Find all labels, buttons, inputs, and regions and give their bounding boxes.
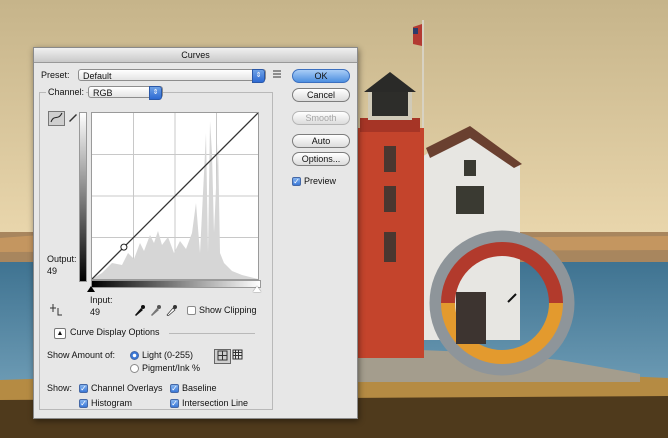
black-point-slider[interactable] [87,286,95,292]
show-clipping-label: Show Clipping [199,305,257,315]
show-amount-label: Show Amount of: [47,350,116,360]
channel-overlays-label: Channel Overlays [91,383,163,393]
curves-dialog: Curves Preset: Default ⇕ Channel: RGB ⇕ … [33,47,358,419]
options-button[interactable]: Options... [292,152,350,166]
white-point-slider[interactable] [253,286,261,292]
baseline-label: Baseline [182,383,217,393]
histogram-checkbox[interactable]: ✓ [79,399,88,408]
preset-label: Preset: [41,70,70,80]
preview-checkbox[interactable]: ✓ [292,177,301,186]
grid-simple-icon[interactable] [214,349,231,364]
presets-menu-icon[interactable] [270,69,285,82]
histogram-label: Histogram [91,398,133,408]
curve-graph-canvas[interactable] [91,112,259,280]
curve-display-options-label: Curve Display Options [70,327,160,337]
chevron-updown-icon: ⇕ [252,69,265,83]
light-radio[interactable] [130,351,139,360]
smooth-button[interactable]: Smooth [292,111,350,125]
cancel-button[interactable]: Cancel [292,88,350,102]
channel-value: RGB [93,88,113,98]
white-eyedropper-icon[interactable] [163,304,178,317]
input-gradient-bar [91,280,261,288]
light-label: Light (0-255) [142,350,194,360]
output-gradient-bar [79,112,87,282]
intersection-line-checkbox[interactable]: ✓ [170,399,179,408]
targeted-adjustment-icon[interactable] [48,302,63,316]
pencil-tool-icon[interactable] [65,111,80,124]
gray-eyedropper-icon[interactable] [147,304,162,317]
auto-button[interactable]: Auto [292,134,350,148]
channel-select[interactable]: RGB ⇕ [88,86,163,100]
intersection-line-label: Intersection Line [182,398,249,408]
show-label: Show: [47,383,73,393]
chevron-updown-icon: ⇕ [149,86,162,100]
show-clipping-checkbox[interactable] [187,306,196,315]
curve-graph[interactable] [91,112,259,280]
curve-point-tool-icon[interactable] [48,111,65,126]
baseline-checkbox[interactable]: ✓ [170,384,179,393]
ok-button[interactable]: OK [292,69,350,83]
grid-detailed-icon[interactable] [230,349,245,362]
preset-select[interactable]: Default ⇕ [78,69,266,83]
input-label: Input: [90,295,113,305]
options-divider [169,333,255,334]
dialog-title: Curves [34,48,357,63]
input-value[interactable]: 49 [90,307,100,318]
channel-overlays-checkbox[interactable]: ✓ [79,384,88,393]
pigment-radio[interactable] [130,364,139,373]
curve-control-point[interactable] [120,243,128,251]
output-label: Output: [47,254,77,264]
pigment-label: Pigment/Ink % [142,363,201,373]
preset-value: Default [83,71,112,81]
disclosure-triangle-icon[interactable]: ▲ [54,328,66,339]
channel-label: Channel: [46,87,87,98]
output-value[interactable]: 49 [47,266,57,277]
black-eyedropper-icon[interactable] [131,304,146,317]
preview-label: Preview [304,176,337,186]
